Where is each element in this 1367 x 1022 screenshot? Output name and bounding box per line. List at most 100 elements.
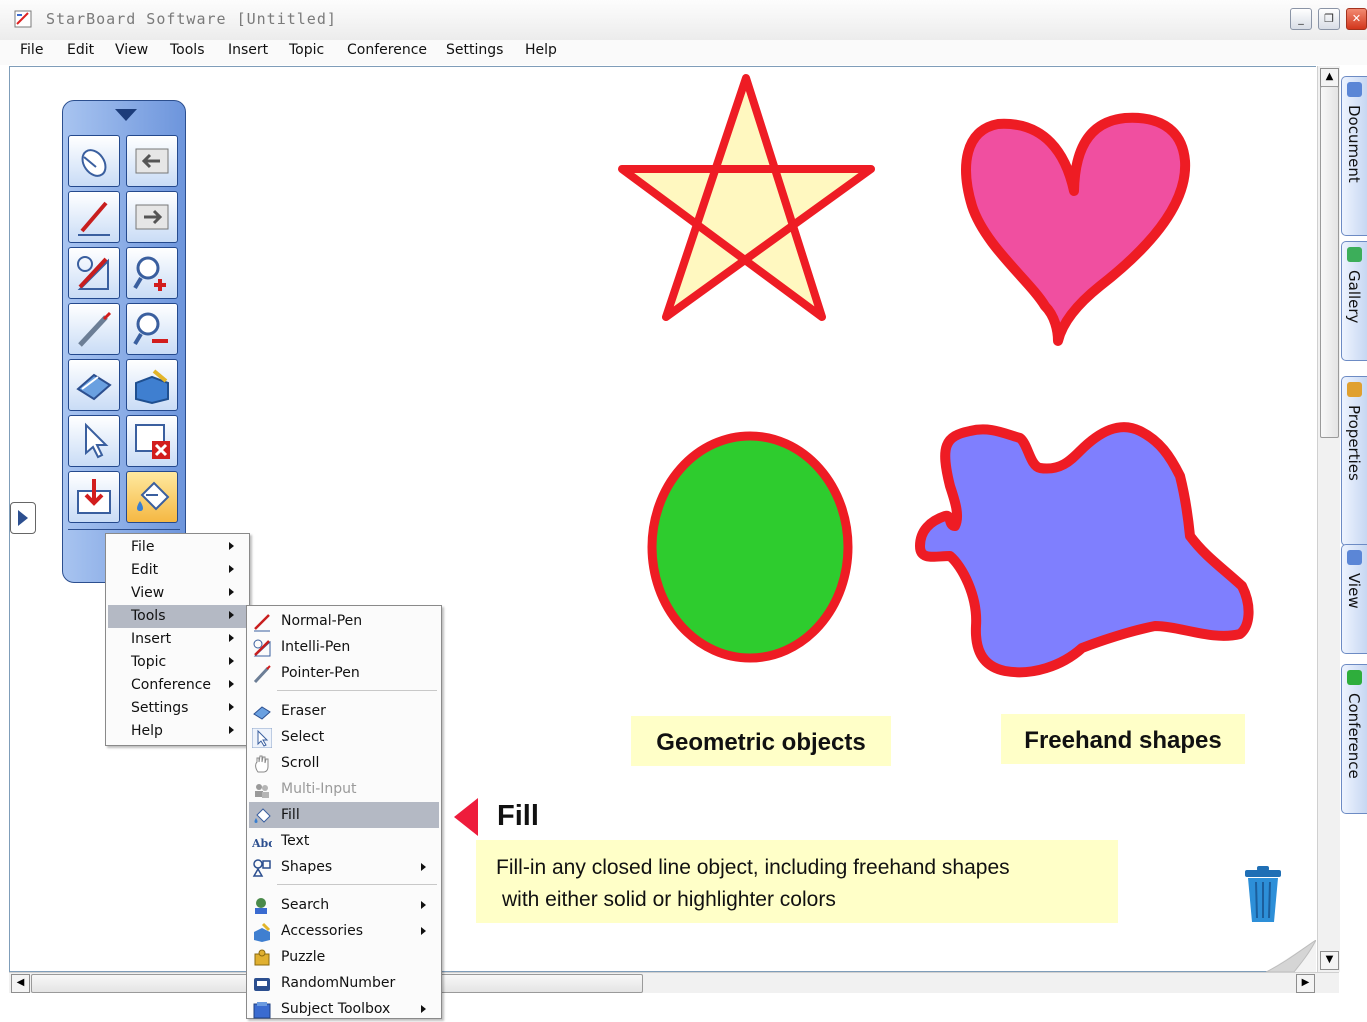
toolbox-button[interactable] bbox=[126, 359, 178, 411]
pointer-pen-button[interactable] bbox=[68, 303, 120, 355]
ctx-item-insert[interactable]: Insert bbox=[108, 628, 247, 651]
ctx-item-settings[interactable]: Settings bbox=[108, 697, 247, 720]
menu-bar: File Edit View Tools Insert Topic Confer… bbox=[0, 40, 1367, 65]
close-button[interactable]: ✕ bbox=[1346, 8, 1367, 30]
document-icon bbox=[1347, 82, 1362, 97]
menu-help[interactable]: Help bbox=[525, 42, 557, 58]
chevron-right-icon bbox=[421, 863, 426, 871]
palette-expand-handle[interactable] bbox=[10, 502, 36, 534]
tool-palette bbox=[62, 100, 186, 583]
menu-settings[interactable]: Settings bbox=[446, 42, 503, 58]
select-button[interactable] bbox=[68, 415, 120, 467]
tab-properties[interactable]: Properties bbox=[1341, 376, 1367, 546]
zoom-in-icon bbox=[133, 256, 166, 291]
submenu-normal-pen[interactable]: Normal-Pen bbox=[249, 608, 439, 634]
chevron-right-icon bbox=[229, 657, 234, 665]
zoom-in-button[interactable] bbox=[126, 247, 178, 299]
submenu-intelli-pen[interactable]: Intelli-Pen bbox=[249, 634, 439, 660]
intelli-pen-button[interactable] bbox=[68, 247, 120, 299]
window-title: StarBoard Software [Untitled] bbox=[46, 10, 337, 28]
eraser-icon bbox=[253, 706, 271, 720]
scroll-up-icon[interactable]: ▲ bbox=[1320, 68, 1339, 87]
submenu-random-number[interactable]: RandomNumber bbox=[249, 970, 439, 996]
callout-line-2: with either solid or highlighter colors bbox=[502, 888, 836, 911]
label-geometric-objects: Geometric objects bbox=[631, 716, 891, 766]
palette-collapse-icon[interactable] bbox=[115, 109, 137, 121]
horizontal-scrollbar[interactable]: ◀ ▶ bbox=[9, 972, 1339, 993]
freehand-blob-shape[interactable] bbox=[915, 422, 1254, 678]
eraser-button[interactable] bbox=[68, 359, 120, 411]
toolbox-icon bbox=[135, 369, 169, 405]
chevron-right-icon bbox=[229, 634, 234, 642]
submenu-eraser[interactable]: Eraser bbox=[249, 698, 439, 724]
star-shape[interactable] bbox=[618, 74, 875, 321]
submenu-pointer-pen[interactable]: Pointer-Pen bbox=[249, 660, 439, 686]
ellipse-shape[interactable] bbox=[647, 431, 853, 663]
vertical-scrollbar[interactable]: ▲ ▼ bbox=[1317, 66, 1340, 972]
select-arrow-icon bbox=[85, 422, 109, 459]
menu-edit[interactable]: Edit bbox=[67, 42, 94, 58]
tab-conference[interactable]: Conference bbox=[1341, 664, 1367, 814]
submenu-shapes[interactable]: Shapes bbox=[249, 854, 439, 880]
menu-insert[interactable]: Insert bbox=[228, 42, 268, 58]
view-icon bbox=[1347, 550, 1362, 565]
forward-page-button[interactable] bbox=[126, 191, 178, 243]
trash-can-icon[interactable] bbox=[1243, 866, 1283, 924]
normal-pen-button[interactable] bbox=[68, 191, 120, 243]
pointer-pen-icon bbox=[78, 311, 112, 347]
tools-submenu: Normal-Pen Intelli-Pen Pointer-Pen Erase… bbox=[246, 605, 442, 1019]
menu-tools[interactable]: Tools bbox=[170, 42, 205, 58]
ctx-item-view[interactable]: View bbox=[108, 582, 247, 605]
menu-file[interactable]: File bbox=[20, 42, 43, 58]
scroll-left-icon[interactable]: ◀ bbox=[11, 974, 30, 993]
ctx-item-file[interactable]: File bbox=[108, 536, 247, 559]
submenu-scroll[interactable]: Scroll bbox=[249, 750, 439, 776]
submenu-subject-toolbox[interactable]: Subject Toolbox bbox=[249, 996, 439, 1022]
page-curl-icon[interactable] bbox=[1266, 940, 1316, 972]
side-tab-bar: Document Gallery Properties View Confere… bbox=[1341, 66, 1367, 972]
pointer-pen-icon bbox=[253, 665, 271, 684]
scroll-right-icon[interactable]: ▶ bbox=[1296, 974, 1315, 993]
vertical-scroll-thumb[interactable] bbox=[1320, 86, 1339, 438]
tab-view[interactable]: View bbox=[1341, 544, 1367, 654]
svg-text:Abc: Abc bbox=[252, 837, 272, 850]
menu-conference[interactable]: Conference bbox=[347, 42, 427, 58]
tab-document[interactable]: Document bbox=[1341, 76, 1367, 236]
zoom-out-icon bbox=[133, 312, 168, 346]
submenu-text[interactable]: Abc Text bbox=[249, 828, 439, 854]
gallery-icon bbox=[1347, 247, 1362, 262]
normal-pen-icon bbox=[78, 201, 110, 236]
submenu-fill[interactable]: Fill bbox=[249, 802, 439, 828]
back-page-button[interactable] bbox=[126, 135, 178, 187]
ctx-item-edit[interactable]: Edit bbox=[108, 559, 247, 582]
submenu-puzzle[interactable]: Puzzle bbox=[249, 944, 439, 970]
ctx-item-tools[interactable]: Tools bbox=[108, 605, 247, 628]
chevron-right-icon bbox=[421, 927, 426, 935]
tab-view-label: View bbox=[1345, 573, 1363, 609]
conference-icon bbox=[1347, 670, 1362, 685]
import-save-button[interactable] bbox=[68, 471, 120, 523]
random-number-icon bbox=[254, 978, 270, 991]
submenu-accessories[interactable]: Accessories bbox=[249, 918, 439, 944]
fill-button[interactable] bbox=[126, 471, 178, 523]
submenu-search[interactable]: Search bbox=[249, 892, 439, 918]
shapes-icon bbox=[252, 859, 271, 877]
ctx-item-conference[interactable]: Conference bbox=[108, 674, 247, 697]
restore-button[interactable]: ❐ bbox=[1318, 8, 1340, 30]
menu-view[interactable]: View bbox=[115, 42, 148, 58]
ctx-item-help[interactable]: Help bbox=[108, 720, 247, 743]
tab-gallery[interactable]: Gallery bbox=[1341, 241, 1367, 361]
scroll-down-icon[interactable]: ▼ bbox=[1320, 951, 1339, 970]
pointer-mouse-button[interactable] bbox=[68, 135, 120, 187]
ctx-item-topic[interactable]: Topic bbox=[108, 651, 247, 674]
chevron-right-icon bbox=[229, 680, 234, 688]
submenu-select[interactable]: Select bbox=[249, 724, 439, 750]
minimize-button[interactable]: _ bbox=[1290, 8, 1312, 30]
zoom-out-button[interactable] bbox=[126, 303, 178, 355]
callout-pointer-icon bbox=[454, 798, 478, 836]
menu-topic[interactable]: Topic bbox=[289, 42, 324, 58]
context-menu: File Edit View Tools Insert Topic Confer… bbox=[105, 533, 250, 746]
heart-shape[interactable] bbox=[961, 112, 1191, 346]
fill-icon bbox=[137, 481, 170, 511]
clear-page-button[interactable] bbox=[126, 415, 178, 467]
